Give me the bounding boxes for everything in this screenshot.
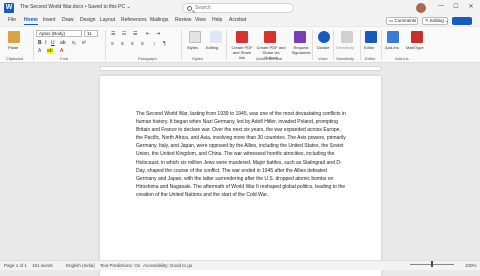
status-bar: Page 1 of 1 161 words English (India) Te…	[0, 260, 480, 270]
search-placeholder: Search	[195, 5, 211, 11]
divider	[181, 30, 182, 60]
editor-button-label: Editor	[364, 45, 375, 50]
divider	[333, 30, 334, 60]
editor-icon[interactable]	[365, 31, 377, 43]
create-pdf-outlook-icon[interactable]	[264, 31, 276, 43]
word-logo-icon: W	[4, 3, 14, 13]
document-page[interactable]: The Second World War, lasting from 1939 …	[100, 76, 381, 276]
comments-label: Comments	[394, 18, 417, 23]
tab-insert[interactable]: Insert	[43, 17, 56, 23]
group-styles: Styles	[192, 56, 203, 61]
group-clipboard: Clipboard	[6, 56, 24, 61]
zoom-level[interactable]: 100%	[465, 263, 477, 268]
align-center-button[interactable]: ≡	[121, 41, 124, 47]
add-ins-button-label: Add-ins	[385, 45, 399, 50]
highlight-button[interactable]: ab	[47, 48, 53, 54]
group-voice: Voice	[318, 56, 328, 61]
divider	[105, 30, 106, 60]
strikethrough-button[interactable]: ab	[60, 40, 66, 46]
horizontal-ruler	[100, 66, 381, 71]
divider	[33, 30, 34, 60]
body-paragraph[interactable]: The Second World War, lasting from 1939 …	[136, 110, 348, 199]
tab-layout[interactable]: Layout	[100, 17, 115, 23]
align-right-button[interactable]: ≡	[131, 41, 134, 47]
mathtype-label: MathType	[406, 45, 424, 50]
editing-label: Editing	[206, 45, 219, 50]
divider	[312, 30, 313, 60]
styles-label: Styles	[187, 45, 198, 50]
align-left-button[interactable]: ≡	[111, 41, 114, 47]
font-name-select[interactable]: Aptos (Body)	[36, 30, 82, 37]
divider	[381, 30, 382, 60]
font-size-select[interactable]: 11	[84, 30, 98, 37]
line-spacing-button[interactable]: ↕	[153, 41, 156, 47]
group-add-ins: Add-ins	[395, 56, 409, 61]
search-input[interactable]: Search	[182, 3, 294, 13]
styles-icon[interactable]	[189, 31, 201, 43]
decrease-indent-button[interactable]: ⇤	[146, 31, 150, 37]
font-color-button[interactable]: A	[38, 48, 41, 54]
divider	[226, 30, 227, 60]
underline-button[interactable]: U	[51, 40, 55, 46]
group-font: Font	[60, 56, 69, 61]
multilevel-list-button[interactable]: ☰	[133, 31, 137, 37]
create-pdf-share-link-label: Create PDF and Share link	[231, 45, 253, 60]
tab-view[interactable]: View	[195, 17, 206, 23]
mathtype-icon[interactable]	[411, 31, 423, 43]
tab-review[interactable]: Review	[175, 17, 191, 23]
tab-help[interactable]: Help	[212, 17, 222, 23]
ribbon-home: Paste Clipboard Aptos (Body) 11 B I U ab…	[0, 27, 480, 63]
numbering-button[interactable]: ☷	[122, 31, 126, 37]
editing-icon[interactable]	[210, 31, 222, 43]
tab-home[interactable]: Home	[24, 17, 38, 25]
create-pdf-share-link-icon[interactable]	[236, 31, 248, 43]
tab-draw[interactable]: Draw	[62, 17, 74, 23]
comments-button[interactable]: ▭ Comments	[386, 17, 418, 25]
group-adobe-acrobat: Adobe Acrobat	[256, 56, 283, 61]
bullets-button[interactable]: ☰	[111, 31, 115, 37]
group-paragraph: Paragraph	[138, 56, 157, 61]
tab-design[interactable]: Design	[80, 17, 96, 23]
tab-mailings[interactable]: Mailings	[150, 17, 168, 23]
accessibility-status[interactable]: Accessibility: Good to go	[143, 263, 192, 268]
request-signatures-label: Request Signatures	[291, 45, 311, 55]
minimize-button[interactable]: —	[436, 3, 446, 9]
avatar[interactable]	[416, 3, 426, 13]
microphone-icon[interactable]	[318, 31, 330, 43]
increase-indent-button[interactable]: ⇥	[156, 31, 160, 37]
pilcrow-button[interactable]: ¶	[163, 41, 166, 47]
add-ins-icon[interactable]	[387, 31, 399, 43]
maximize-button[interactable]: ☐	[451, 3, 461, 10]
request-signatures-icon[interactable]	[294, 31, 306, 43]
superscript-button[interactable]: x²	[82, 40, 86, 46]
share-button[interactable]	[452, 17, 472, 25]
sensitivity-button-label: Sensitivity	[336, 45, 355, 50]
page-count[interactable]: Page 1 of 1	[4, 263, 27, 268]
group-sensitivity: Sensitivity	[336, 56, 355, 61]
editing-mode-label: Editing ⌄	[430, 18, 449, 23]
italic-button[interactable]: I	[45, 40, 46, 46]
bold-button[interactable]: B	[38, 40, 42, 46]
divider	[360, 30, 361, 60]
tab-references[interactable]: References	[121, 17, 147, 23]
word-count[interactable]: 161 words	[32, 263, 53, 268]
subscript-button[interactable]: x₂	[72, 40, 76, 46]
group-editor: Editor	[365, 56, 376, 61]
title-bar: W The Second World War.docx • Saved to t…	[0, 0, 480, 16]
zoom-slider-thumb[interactable]	[431, 261, 433, 267]
language-status[interactable]: English (India)	[66, 263, 95, 268]
document-title[interactable]: The Second World War.docx • Saved to thi…	[20, 4, 131, 10]
text-predictions-status[interactable]: Text Predictions: On	[100, 263, 140, 268]
justify-button[interactable]: ≡	[141, 41, 144, 47]
text-effects-button[interactable]: A	[60, 48, 63, 54]
search-icon	[187, 6, 192, 11]
tab-file[interactable]: File	[8, 17, 16, 23]
tab-acrobat[interactable]: Acrobat	[229, 17, 246, 23]
sensitivity-icon[interactable]	[341, 31, 353, 43]
editing-mode-button[interactable]: ✎ Editing ⌄	[422, 17, 449, 25]
close-button[interactable]: ✕	[466, 3, 476, 10]
paste-icon[interactable]	[8, 31, 20, 43]
paste-label: Paste	[8, 45, 19, 50]
dictate-label: Dictate	[317, 45, 330, 50]
